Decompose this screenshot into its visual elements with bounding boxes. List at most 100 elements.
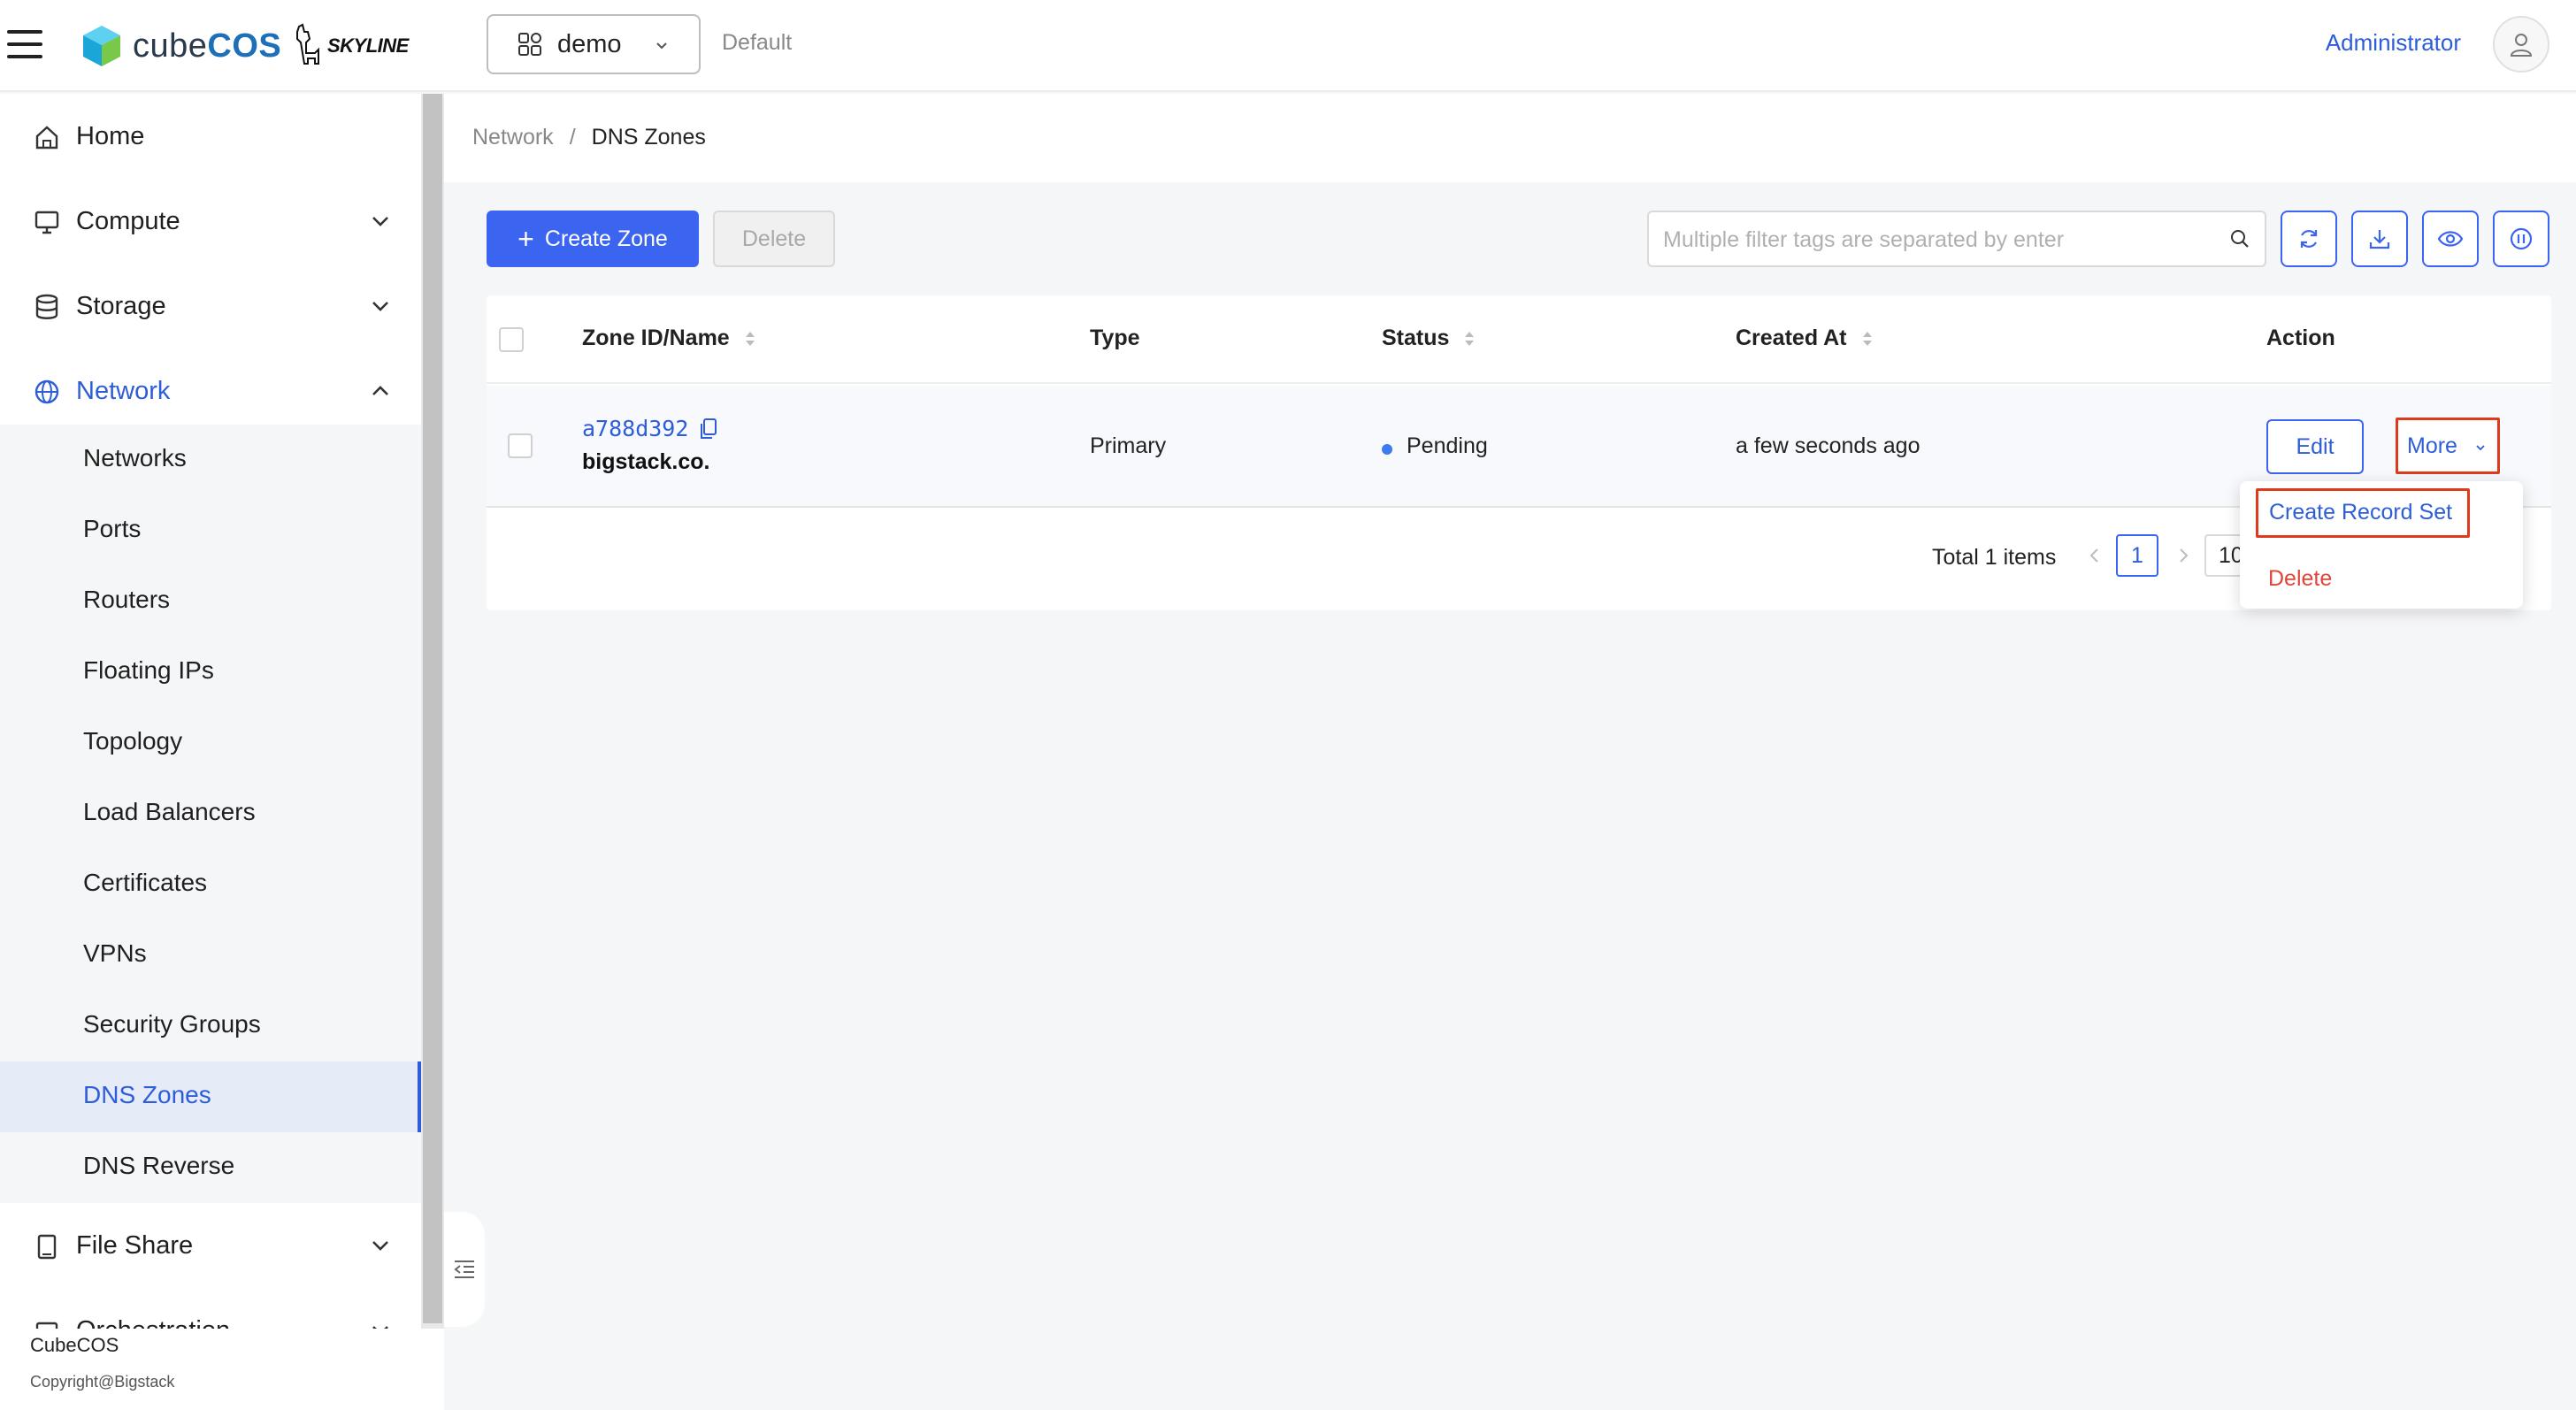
row-checkbox[interactable]	[508, 433, 533, 458]
refresh-icon	[2300, 230, 2318, 248]
search-input[interactable]	[1663, 223, 2212, 257]
delete-menu-label: Delete	[2268, 566, 2333, 591]
search-icon[interactable]	[2229, 228, 2250, 249]
sidebar-item-ports[interactable]: Ports	[0, 495, 421, 566]
sidebar-item-vpns[interactable]: VPNs	[0, 920, 421, 991]
sidebar-item-label: Certificates	[83, 869, 208, 896]
column-label: Action	[2266, 326, 2335, 350]
nav-home[interactable]: Home	[0, 94, 421, 179]
nav-network[interactable]: Network	[0, 349, 421, 433]
more-button[interactable]: More	[2396, 418, 2500, 474]
project-select[interactable]: demo	[487, 14, 701, 74]
more-dropdown-menu: Create Record Set Delete	[2240, 481, 2523, 609]
nav-home-label: Home	[76, 121, 145, 150]
sidebar-item-label: Networks	[83, 444, 187, 471]
select-all-checkbox[interactable]	[499, 327, 524, 352]
nav-network-label: Network	[76, 376, 171, 405]
sidebar-item-load-balancers[interactable]: Load Balancers	[0, 778, 421, 849]
page-1-button[interactable]: 1	[2116, 534, 2158, 577]
home-icon	[35, 126, 58, 149]
column-label: Status	[1382, 326, 1450, 350]
sidebar-item-floating-ips[interactable]: Floating IPs	[0, 637, 421, 708]
nav-file-share[interactable]: File Share	[0, 1203, 421, 1288]
domain-label: Default	[722, 30, 793, 55]
refresh-button[interactable]	[2281, 211, 2337, 267]
sidebar-item-dns-zones[interactable]: DNS Zones	[0, 1061, 421, 1132]
monitor-icon	[34, 211, 59, 234]
nav-storage[interactable]: Storage	[0, 264, 421, 349]
sidebar-item-label: Routers	[83, 586, 171, 613]
chevron-up-icon	[372, 386, 388, 395]
user-icon	[2510, 34, 2533, 57]
edit-label: Edit	[2296, 433, 2334, 459]
sidebar-scrollbar[interactable]	[421, 94, 444, 1329]
more-label: More	[2407, 433, 2457, 458]
pause-refresh-button[interactable]	[2493, 211, 2549, 267]
apps-icon	[518, 33, 541, 56]
column-label: Zone ID/Name	[582, 326, 730, 350]
chevron-down-icon	[2476, 445, 2485, 451]
delete-label: Delete	[741, 226, 807, 251]
brand-bold-text: COS	[207, 27, 282, 65]
sidebar-item-dns-reverse[interactable]: DNS Reverse	[0, 1132, 421, 1203]
llama-icon	[296, 23, 319, 65]
sidebar-item-label: DNS Reverse	[83, 1152, 235, 1179]
zone-type: Primary	[1090, 433, 1167, 458]
sort-icon	[1862, 331, 1872, 346]
sidebar-item-label: DNS Zones	[83, 1081, 211, 1108]
sidebar-item-routers[interactable]: Routers	[0, 566, 421, 637]
cube-logo-icon	[83, 26, 120, 66]
sort-icon	[745, 331, 755, 346]
avatar[interactable]	[2493, 16, 2549, 73]
sidebar-item-label: Security Groups	[83, 1010, 261, 1038]
chevron-right-icon[interactable]	[2174, 545, 2192, 566]
zone-status: Pending	[1407, 433, 1488, 458]
tablet-icon	[37, 1234, 57, 1260]
column-zone-id-name[interactable]: Zone ID/Name	[582, 326, 756, 351]
chevron-down-icon	[372, 1241, 388, 1251]
cubecos-logo: cubeCOS	[81, 21, 281, 71]
network-submenu: Networks Ports Routers Floating IPs Topo…	[0, 425, 421, 1203]
copy-icon[interactable]	[699, 418, 718, 441]
sidebar-item-label: VPNs	[83, 939, 147, 967]
column-action: Action	[2266, 326, 2335, 351]
menu-icon[interactable]	[7, 27, 46, 62]
zone-id-link[interactable]: a788d392	[582, 416, 688, 441]
sidebar-item-topology[interactable]: Topology	[0, 708, 421, 778]
edit-button[interactable]: Edit	[2266, 419, 2364, 474]
collapse-sidebar-button[interactable]	[444, 1212, 485, 1327]
user-name-link[interactable]: Administrator	[2326, 29, 2461, 57]
brand-text: cube	[133, 27, 208, 65]
nav-orchestration[interactable]: Orchestration	[0, 1288, 421, 1329]
sidebar-item-security-groups[interactable]: Security Groups	[0, 991, 421, 1061]
top-header: cubeCOS SKYLINE demo Default Administrat…	[0, 0, 2576, 92]
nav-compute[interactable]: Compute	[0, 179, 421, 264]
delete-button[interactable]: Delete	[713, 211, 835, 267]
column-created-at[interactable]: Created At	[1736, 326, 1874, 351]
chevron-down-icon	[372, 1326, 388, 1329]
column-visibility-button[interactable]	[2422, 211, 2479, 267]
footer-title: CubeCOS	[30, 1334, 119, 1356]
chevron-left-icon[interactable]	[2086, 545, 2104, 566]
plus-icon: +	[518, 223, 534, 255]
create-record-set-menu-item[interactable]: Create Record Set	[2256, 488, 2470, 538]
download-button[interactable]	[2351, 211, 2408, 267]
zone-created-at: a few seconds ago	[1736, 433, 1920, 458]
breadcrumb-network[interactable]: Network	[472, 125, 554, 150]
sidebar-item-networks[interactable]: Networks	[0, 425, 421, 495]
search-box	[1647, 211, 2266, 267]
sidebar: Home Compute Storage Network Networks Po…	[0, 94, 421, 1329]
scrollbar-thumb[interactable]	[423, 94, 442, 1323]
create-zone-button[interactable]: + Create Zone	[487, 211, 699, 267]
sidebar-item-label: Topology	[83, 727, 183, 755]
column-status[interactable]: Status	[1382, 326, 1476, 351]
chevron-down-icon	[372, 302, 388, 311]
orchestration-icon	[35, 1322, 58, 1329]
download-icon	[2369, 230, 2390, 249]
zone-name: bigstack.co.	[582, 449, 710, 474]
sort-icon	[1465, 331, 1475, 346]
delete-menu-item[interactable]: Delete	[2268, 566, 2332, 592]
footer-copyright: Copyright@Bigstack	[30, 1373, 175, 1391]
sidebar-item-certificates[interactable]: Certificates	[0, 849, 421, 920]
sidebar-item-label: Floating IPs	[83, 656, 214, 684]
